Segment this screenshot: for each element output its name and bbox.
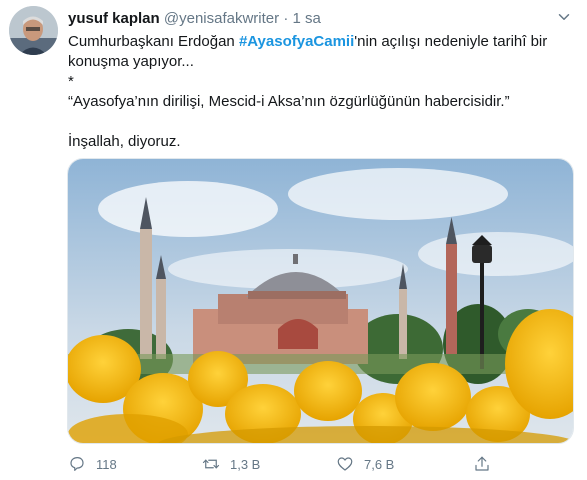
reply-button[interactable]: 118 (68, 455, 117, 473)
reply-count: 118 (96, 456, 117, 472)
avatar[interactable] (9, 6, 58, 55)
retweet-count: 1,3 B (230, 456, 261, 472)
user-handle[interactable]: @yenisafakwriter (164, 10, 279, 27)
caret-down-icon[interactable] (555, 8, 573, 26)
share-icon (475, 456, 489, 471)
separator-dot: · (283, 10, 289, 27)
tweet-line-2: konuşma yapıyor... (68, 53, 194, 70)
like-icon (337, 457, 353, 471)
tweet-text: Cumhurbaşkanı Erdoğan #AyasofyaCamii'nin… (68, 32, 573, 152)
tweet[interactable]: yusuf kaplan @yenisafakwriter · 1 sa Cum… (0, 0, 587, 480)
text-prefix: Cumhurbaşkanı Erdoğan (68, 33, 239, 50)
tweet-closing: İnşallah, diyoruz. (68, 133, 181, 150)
reply-icon (70, 457, 84, 471)
timestamp[interactable]: 1 sa (292, 10, 320, 27)
like-count: 7,6 B (364, 456, 395, 472)
text-suffix: 'nin açılışı nedeniyle tarihî bir (354, 33, 548, 50)
retweet-button[interactable]: 1,3 B (202, 455, 260, 473)
like-button[interactable]: 7,6 B (336, 455, 394, 473)
tweet-actions: 118 1,3 B 7,6 B (68, 455, 508, 477)
hashtag-link[interactable]: #AyasofyaCamii (239, 33, 354, 50)
tweet-quote: “Ayasofya’nın dirilişi, Mescid-i Aksa’nı… (68, 93, 510, 110)
retweet-icon (202, 459, 220, 469)
tweet-line-1: Cumhurbaşkanı Erdoğan #AyasofyaCamii'nin… (68, 32, 573, 52)
display-name[interactable]: yusuf kaplan (68, 10, 160, 27)
tweet-media-image[interactable] (67, 158, 574, 444)
share-button[interactable] (473, 455, 491, 473)
tweet-line-3: * (68, 73, 74, 90)
tweet-header: yusuf kaplan @yenisafakwriter · 1 sa (68, 10, 321, 27)
